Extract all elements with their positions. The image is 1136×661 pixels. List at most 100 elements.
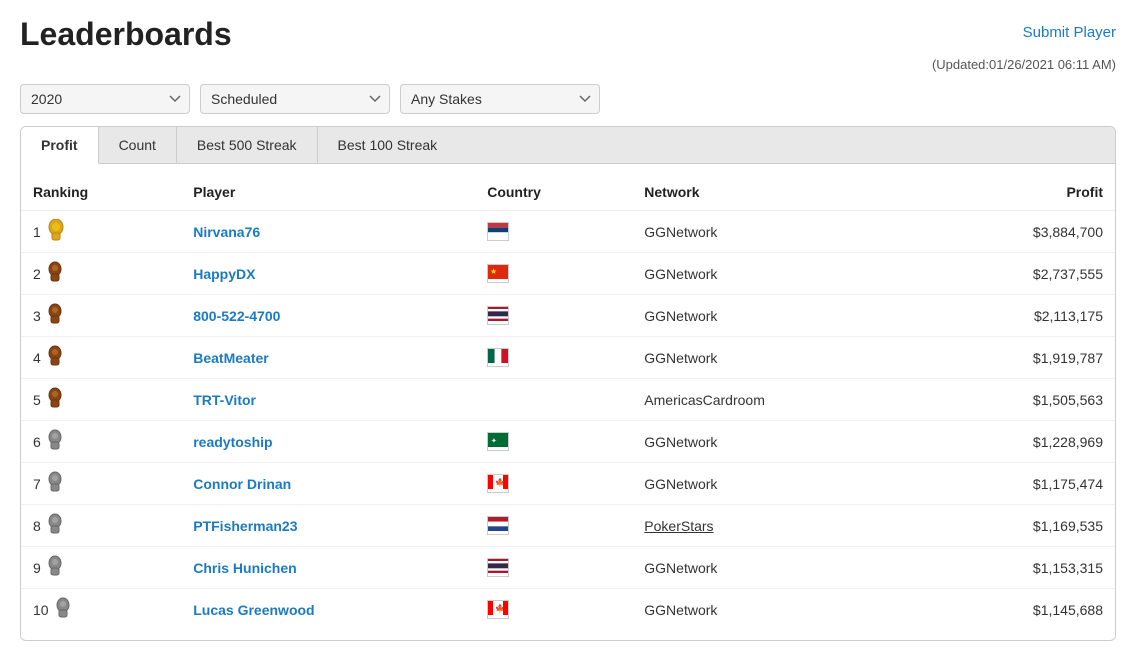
network-name: GGNetwork xyxy=(644,224,717,240)
tab-best500[interactable]: Best 500 Streak xyxy=(177,127,318,163)
profit-cell: $1,145,688 xyxy=(925,589,1115,631)
rank-cell: 2 xyxy=(21,253,181,295)
network-cell: GGNetwork xyxy=(632,421,924,463)
rank-cell: 1 xyxy=(21,211,181,253)
rank-cell: 4 xyxy=(21,337,181,379)
avatar-icon xyxy=(47,303,63,328)
table-container: Ranking Player Country Network Profit 1N… xyxy=(21,164,1115,640)
player-cell: 800-522-4700 xyxy=(181,295,475,337)
avatar-icon xyxy=(47,261,63,286)
rank-number: 7 xyxy=(33,476,41,492)
country-flag: 🍁 xyxy=(487,600,509,619)
col-ranking: Ranking xyxy=(21,174,181,211)
stakes-filter[interactable]: Any StakesLowMediumHighNosebleed xyxy=(400,84,600,114)
rank-number: 5 xyxy=(33,392,41,408)
table-row: 10 Lucas Greenwood 🍁 GGNetwork $1,145,688 xyxy=(21,589,1115,631)
rank-number: 10 xyxy=(33,602,49,618)
network-cell: PokerStars xyxy=(632,505,924,547)
tabs-container: Profit Count Best 500 Streak Best 100 St… xyxy=(20,126,1116,641)
player-link[interactable]: readytoship xyxy=(193,434,272,450)
page-title: Leaderboards xyxy=(20,16,232,53)
network-name: GGNetwork xyxy=(644,476,717,492)
rank-cell: 10 xyxy=(21,589,181,631)
country-flag: ★ xyxy=(487,264,509,283)
network-cell: GGNetwork xyxy=(632,589,924,631)
country-cell xyxy=(475,505,632,547)
tab-profit[interactable]: Profit xyxy=(21,127,99,164)
table-row: 9 Chris Hunichen GGNetwork $1,153,315 xyxy=(21,547,1115,589)
svg-text:✦: ✦ xyxy=(491,437,497,445)
country-flag: 🍁 xyxy=(487,474,509,493)
player-link[interactable]: Chris Hunichen xyxy=(193,560,296,576)
table-row: 3800-522-4700GGNetwork$2,113,175 xyxy=(21,295,1115,337)
player-cell: HappyDX xyxy=(181,253,475,295)
country-cell xyxy=(475,295,632,337)
year-filter[interactable]: 2020201920182017 xyxy=(20,84,190,114)
updated-info: (Updated:01/26/2021 06:11 AM) xyxy=(0,53,1136,78)
network-name: AmericasCardroom xyxy=(644,392,765,408)
avatar-icon xyxy=(55,597,71,622)
player-link[interactable]: Lucas Greenwood xyxy=(193,602,314,618)
player-link[interactable]: PTFisherman23 xyxy=(193,518,297,534)
rank-cell: 7 xyxy=(21,463,181,505)
col-country: Country xyxy=(475,174,632,211)
header-area: Leaderboards Submit Player xyxy=(0,0,1136,53)
rank-number: 9 xyxy=(33,560,41,576)
filters-row: 2020201920182017 ScheduledCashSit & Go A… xyxy=(0,78,1136,126)
avatar-icon xyxy=(47,345,63,370)
network-link[interactable]: PokerStars xyxy=(644,518,713,534)
country-cell xyxy=(475,379,632,421)
type-filter[interactable]: ScheduledCashSit & Go xyxy=(200,84,390,114)
table-row: 2 HappyDX ★ GGNetwork $2,737,555 xyxy=(21,253,1115,295)
avatar-icon xyxy=(47,429,63,454)
country-flag: ✦ xyxy=(487,432,509,451)
main-content: Profit Count Best 500 Streak Best 100 St… xyxy=(0,126,1136,661)
rank-cell: 3 xyxy=(21,295,181,337)
avatar-icon xyxy=(47,219,65,244)
rank-number: 2 xyxy=(33,266,41,282)
profit-cell: $1,153,315 xyxy=(925,547,1115,589)
network-cell: GGNetwork xyxy=(632,253,924,295)
player-link[interactable]: HappyDX xyxy=(193,266,255,282)
player-link[interactable]: Connor Drinan xyxy=(193,476,291,492)
network-name: GGNetwork xyxy=(644,308,717,324)
profit-cell: $3,884,700 xyxy=(925,211,1115,253)
rank-cell: 9 xyxy=(21,547,181,589)
profit-cell: $2,737,555 xyxy=(925,253,1115,295)
col-network: Network xyxy=(632,174,924,211)
player-link[interactable]: BeatMeater xyxy=(193,350,268,366)
rank-cell: 6 xyxy=(21,421,181,463)
avatar-icon xyxy=(47,513,63,538)
player-link[interactable]: Nirvana76 xyxy=(193,224,260,240)
network-name: GGNetwork xyxy=(644,560,717,576)
player-link[interactable]: TRT-Vitor xyxy=(193,392,256,408)
rank-number: 6 xyxy=(33,434,41,450)
submit-player-link[interactable]: Submit Player xyxy=(1023,24,1116,41)
player-cell: Connor Drinan xyxy=(181,463,475,505)
rank-number: 1 xyxy=(33,224,41,240)
col-profit: Profit xyxy=(925,174,1115,211)
table-row: 6readytoship✦GGNetwork$1,228,969 xyxy=(21,421,1115,463)
avatar-icon xyxy=(47,387,63,412)
player-cell: Nirvana76 xyxy=(181,211,475,253)
profit-cell: $1,175,474 xyxy=(925,463,1115,505)
svg-text:★: ★ xyxy=(490,267,497,276)
player-cell: readytoship xyxy=(181,421,475,463)
country-cell xyxy=(475,547,632,589)
leaderboard-table: Ranking Player Country Network Profit 1N… xyxy=(21,174,1115,630)
tab-count[interactable]: Count xyxy=(99,127,177,163)
player-cell: TRT-Vitor xyxy=(181,379,475,421)
network-name: GGNetwork xyxy=(644,266,717,282)
rank-number: 8 xyxy=(33,518,41,534)
profit-cell: $1,919,787 xyxy=(925,337,1115,379)
player-cell: PTFisherman23 xyxy=(181,505,475,547)
player-link[interactable]: 800-522-4700 xyxy=(193,308,280,324)
country-flag xyxy=(487,558,509,577)
player-cell: Lucas Greenwood xyxy=(181,589,475,631)
profit-cell: $1,505,563 xyxy=(925,379,1115,421)
network-name: GGNetwork xyxy=(644,602,717,618)
tab-best100[interactable]: Best 100 Streak xyxy=(318,127,458,163)
network-cell: GGNetwork xyxy=(632,337,924,379)
country-flag xyxy=(487,222,509,241)
rank-cell: 8 xyxy=(21,505,181,547)
